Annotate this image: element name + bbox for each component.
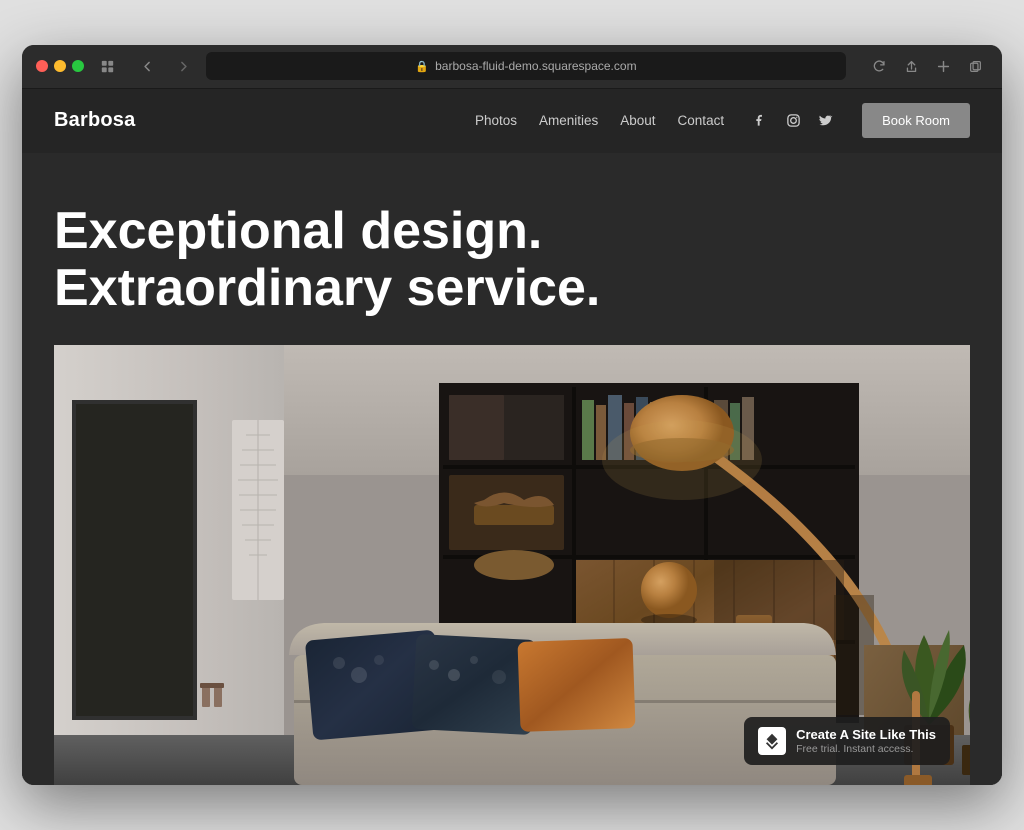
nav-social-icons [752, 112, 834, 130]
nav-link-about[interactable]: About [620, 113, 655, 128]
instagram-icon[interactable] [784, 112, 802, 130]
nav-links: Photos Amenities About Contact [475, 113, 724, 128]
book-room-button[interactable]: Book Room [862, 103, 970, 138]
facebook-icon[interactable] [752, 112, 770, 130]
chrome-actions [866, 53, 988, 79]
new-tab-button[interactable] [930, 53, 956, 79]
tab-grid-icon[interactable] [94, 53, 120, 79]
hero-image: Create A Site Like This Free trial. Inst… [54, 345, 970, 785]
nav-link-amenities[interactable]: Amenities [539, 113, 598, 128]
reload-button[interactable] [866, 53, 892, 79]
squarespace-badge[interactable]: Create A Site Like This Free trial. Inst… [744, 717, 950, 765]
hero-headline: Exceptional design. Extraordinary servic… [54, 203, 654, 317]
forward-button[interactable] [170, 53, 196, 79]
site-logo[interactable]: Barbosa [54, 109, 135, 132]
url-text: barbosa-fluid-demo.squarespace.com [435, 59, 636, 73]
browser-window: 🔒 barbosa-fluid-demo.squarespace.com [22, 45, 1002, 785]
badge-text-container: Create A Site Like This Free trial. Inst… [796, 727, 936, 755]
maximize-button[interactable] [72, 60, 84, 72]
nav-right: Photos Amenities About Contact [475, 103, 970, 138]
close-button[interactable] [36, 60, 48, 72]
back-button[interactable] [134, 53, 160, 79]
nav-link-contact[interactable]: Contact [678, 113, 725, 128]
minimize-button[interactable] [54, 60, 66, 72]
badge-sub-text: Free trial. Instant access. [796, 743, 936, 755]
browser-chrome: 🔒 barbosa-fluid-demo.squarespace.com [22, 45, 1002, 89]
lock-icon: 🔒 [415, 60, 429, 73]
website-content: Barbosa Photos Amenities About Contact [22, 89, 1002, 785]
traffic-lights [36, 60, 84, 72]
squarespace-logo-icon [758, 727, 786, 755]
twitter-icon[interactable] [816, 112, 834, 130]
address-bar[interactable]: 🔒 barbosa-fluid-demo.squarespace.com [206, 52, 846, 80]
badge-main-text: Create A Site Like This [796, 727, 936, 742]
duplicate-button[interactable] [962, 53, 988, 79]
share-button[interactable] [898, 53, 924, 79]
hero-section: Exceptional design. Extraordinary servic… [22, 153, 1002, 785]
nav-link-photos[interactable]: Photos [475, 113, 517, 128]
site-navigation: Barbosa Photos Amenities About Contact [22, 89, 1002, 153]
